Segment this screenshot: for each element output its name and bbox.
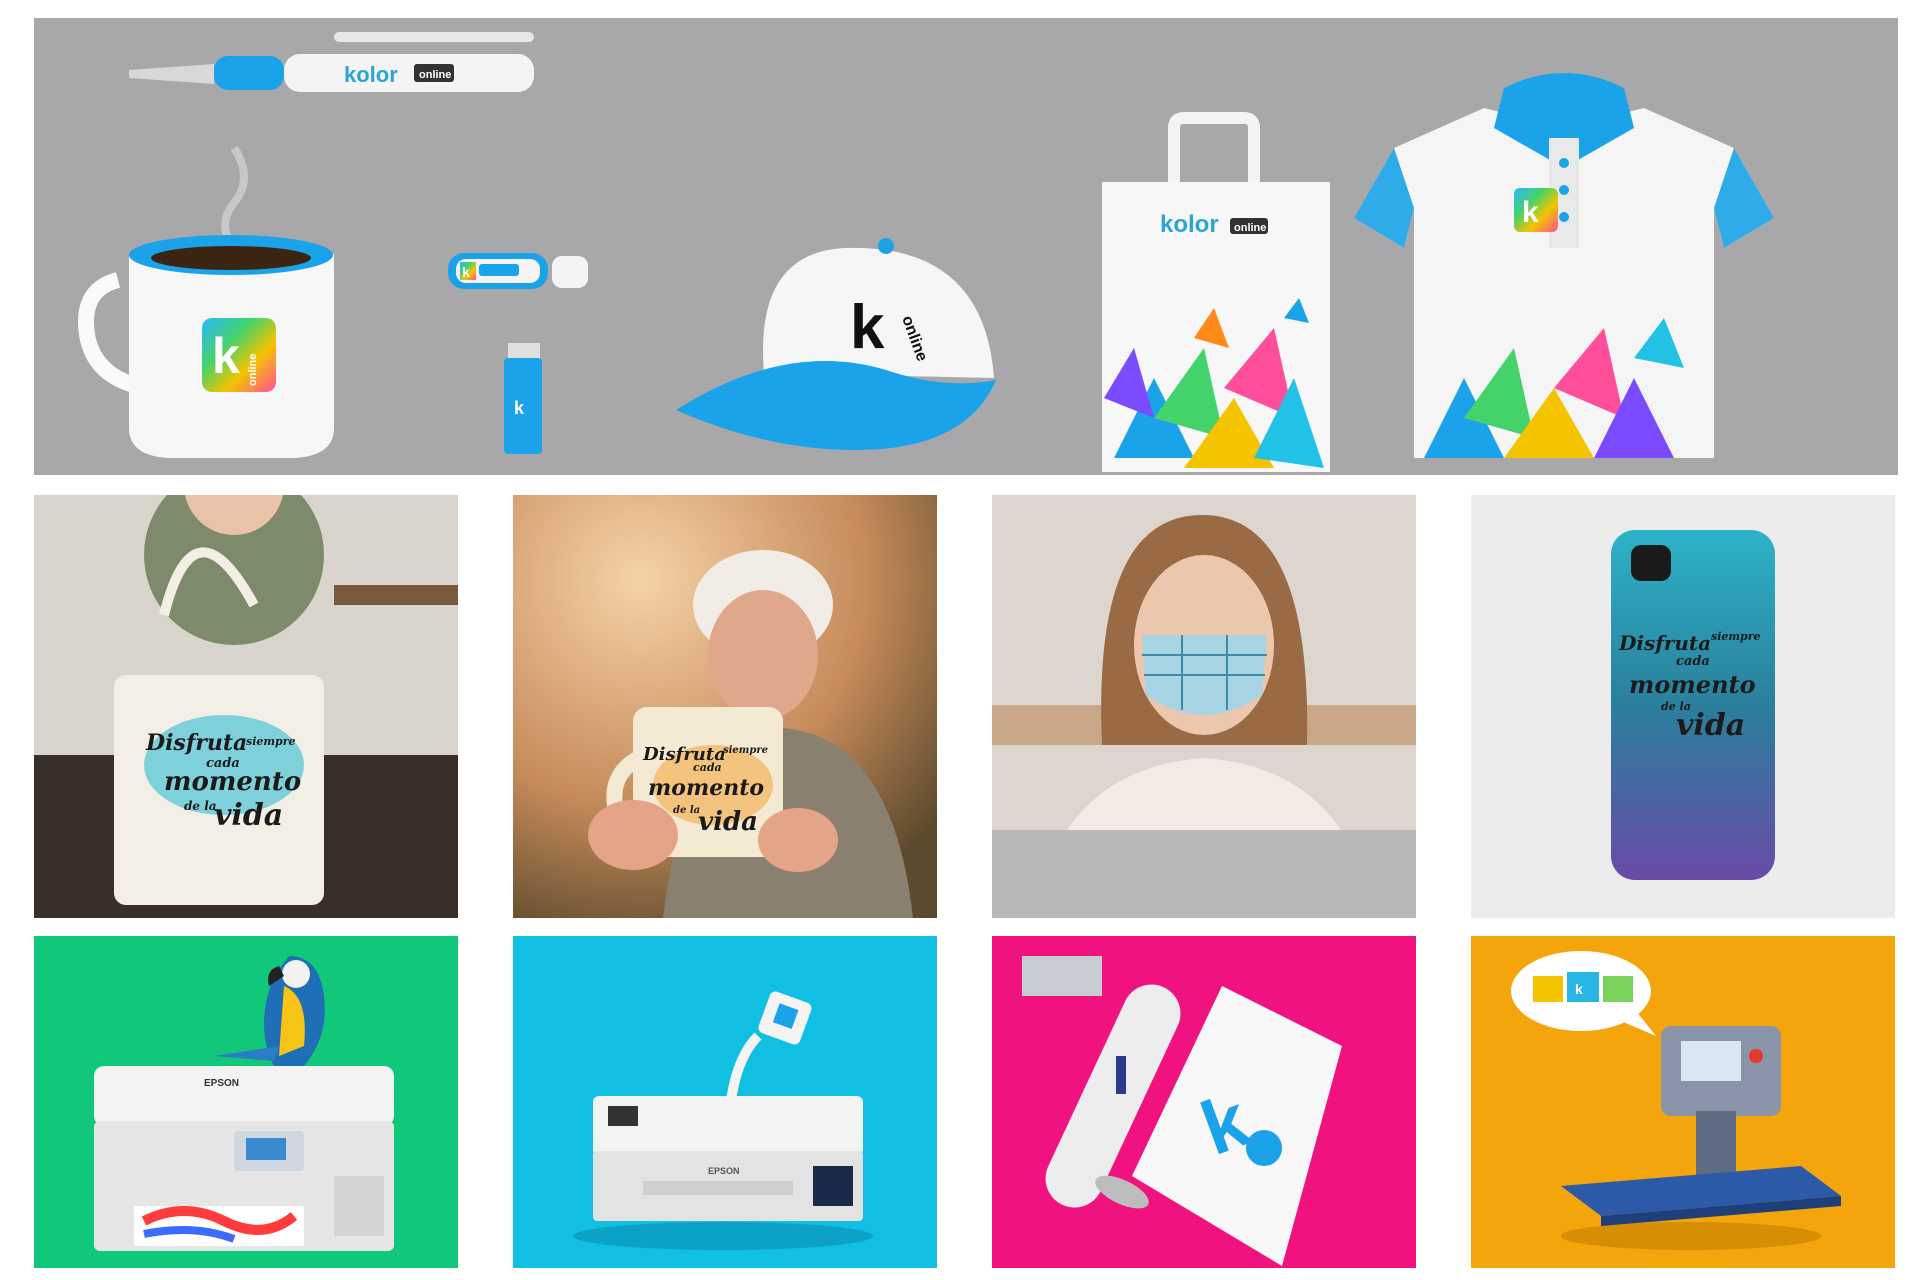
phone-text-3: cada (1676, 654, 1710, 669)
tote-text-2: siempre (246, 735, 296, 748)
phone-text-1: Disfruta (1618, 631, 1711, 655)
bag-icon: kolor online (1102, 112, 1330, 472)
tote-text-4: momento (164, 767, 301, 797)
merch-banner: kolor online k online k k k online kolor… (34, 18, 1898, 475)
lighter-icon: k (504, 343, 542, 454)
printer1-brand: EPSON (204, 1078, 239, 1089)
usb-logo: k (462, 264, 470, 280)
photo-tote-bag: Disfruta siempre cada momento de la vida (34, 495, 458, 918)
printer-icon: EPSON (573, 1096, 873, 1250)
pen-brand: kolor (344, 62, 398, 87)
phone-text-4: momento (1629, 670, 1756, 699)
pen-icon: kolor online (129, 32, 534, 92)
printer2-brand: EPSON (708, 1166, 740, 1176)
bag-brand: kolor (1160, 211, 1219, 238)
usb-icon: k (448, 253, 588, 289)
mug-text-2: siempre (723, 745, 768, 756)
pen-tag: online (419, 69, 451, 81)
product-paper-roll: k (992, 936, 1416, 1268)
lighter-logo: k (514, 398, 525, 418)
product-printer-parrot: EPSON (34, 936, 458, 1268)
cap-icon: k online (676, 238, 996, 450)
phone-text-2: siempre (1711, 630, 1761, 643)
tote-text-5: de la (184, 799, 217, 813)
mug-text-4: momento (648, 775, 764, 801)
mug-text-6: vida (698, 807, 758, 837)
mug-text-5: de la (673, 805, 700, 816)
mug-icon: k online (78, 145, 334, 458)
polo-logo: k (1522, 196, 1539, 229)
tote-text-1: Disfruta (145, 730, 247, 756)
product-printer-mug: EPSON (513, 936, 937, 1268)
mug-text-3: cada (693, 761, 722, 774)
cap-logo: k (850, 293, 885, 362)
mug-logo: k (212, 328, 240, 384)
mug-logo-tag: online (247, 354, 259, 386)
bag-tag: online (1234, 222, 1266, 234)
printer-icon: EPSON (94, 1066, 394, 1251)
tote-text-6: vida (214, 798, 283, 833)
product-heat-press: k (1471, 936, 1895, 1268)
polo-icon: k (1354, 73, 1774, 458)
photo-face-mask (992, 495, 1416, 918)
press-small-icon (1022, 956, 1102, 996)
press-bubble-logo: k (1575, 981, 1583, 997)
photo-phone-case: Disfruta siempre cada momento de la vida (1471, 495, 1895, 918)
phone-case-icon (1611, 530, 1775, 880)
phone-text-6: vida (1676, 708, 1745, 743)
photo-mug-woman: Disfruta siempre cada momento de la vida (513, 495, 937, 918)
